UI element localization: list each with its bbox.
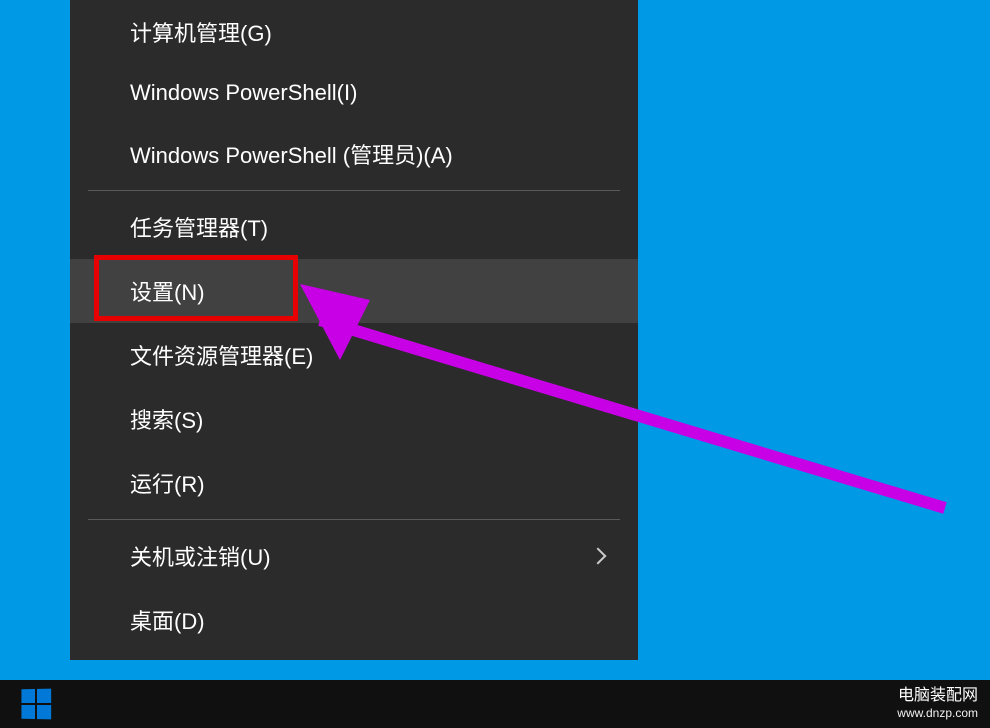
winx-context-menu: 计算机管理(G) Windows PowerShell(I) Windows P… — [70, 0, 638, 660]
menu-item-computer-management[interactable]: 计算机管理(G) — [70, 0, 638, 64]
watermark: 电脑装配网 www.dnzp.com — [897, 686, 978, 722]
menu-item-label: 计算机管理(G) — [130, 16, 272, 48]
menu-item-run[interactable]: 运行(R) — [70, 451, 638, 515]
desktop-background: 计算机管理(G) Windows PowerShell(I) Windows P… — [0, 0, 990, 680]
taskbar — [0, 680, 990, 728]
menu-item-search[interactable]: 搜索(S) — [70, 387, 638, 451]
menu-item-label: 搜索(S) — [130, 403, 203, 435]
start-button[interactable] — [0, 680, 72, 728]
menu-item-task-manager[interactable]: 任务管理器(T) — [70, 195, 638, 259]
menu-separator — [88, 519, 620, 520]
menu-item-label: 任务管理器(T) — [130, 211, 268, 243]
menu-item-desktop[interactable]: 桌面(D) — [70, 588, 638, 652]
menu-item-powershell[interactable]: Windows PowerShell(I) — [70, 64, 638, 122]
menu-item-file-explorer[interactable]: 文件资源管理器(E) — [70, 323, 638, 387]
watermark-text-cn: 电脑装配网 — [897, 686, 978, 707]
menu-item-label: 关机或注销(U) — [130, 540, 271, 572]
chevron-right-icon — [590, 548, 607, 565]
menu-item-label: 文件资源管理器(E) — [130, 339, 313, 371]
watermark-text-en: www.dnzp.com — [897, 706, 978, 722]
menu-item-label: 桌面(D) — [130, 604, 205, 636]
menu-item-shutdown-signout[interactable]: 关机或注销(U) — [70, 524, 638, 588]
windows-logo-icon — [21, 689, 51, 720]
menu-item-label: 运行(R) — [130, 467, 205, 499]
menu-item-label: 设置(N) — [130, 275, 205, 307]
menu-item-label: Windows PowerShell(I) — [130, 80, 357, 106]
menu-item-settings[interactable]: 设置(N) — [70, 259, 638, 323]
menu-item-powershell-admin[interactable]: Windows PowerShell (管理员)(A) — [70, 122, 638, 186]
menu-item-label: Windows PowerShell (管理员)(A) — [130, 138, 453, 170]
menu-separator — [88, 190, 620, 191]
